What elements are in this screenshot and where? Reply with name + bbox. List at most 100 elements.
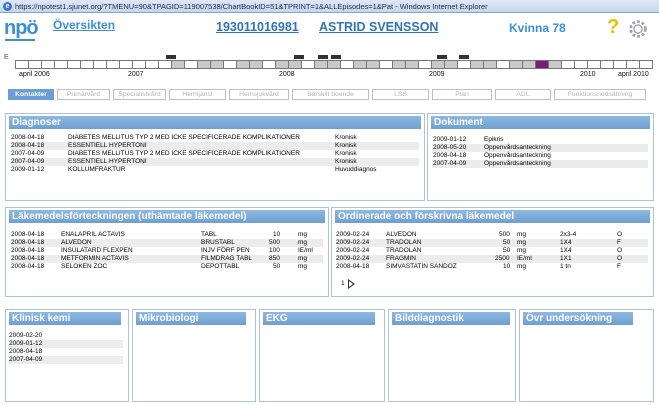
timeline-month-cell[interactable] <box>145 60 158 69</box>
timeline-month-cell[interactable] <box>327 60 340 69</box>
timeline-month-cell[interactable] <box>28 60 41 69</box>
tab-funktionsnedsattning[interactable]: Funktionsnedsättning <box>554 89 646 100</box>
table-row[interactable]: 2008-04-18 ALVEDON BRUSTABL 500 mg <box>11 239 323 247</box>
timeline-marker[interactable] <box>318 55 328 59</box>
timeline-month-cell[interactable] <box>132 60 145 69</box>
tab-kontakter[interactable]: Kontakter <box>8 89 54 100</box>
timeline-month-cell[interactable] <box>80 60 93 69</box>
timeline-month-cell[interactable] <box>561 60 574 69</box>
table-row[interactable]: 2008-04-18 SIMVASTATIN SANDOZ 10 mg 1 tn F <box>336 263 648 271</box>
list-item[interactable]: 2007-04-09 Oppenvårdsanteckning <box>433 160 648 168</box>
timeline-month-cell[interactable] <box>262 60 275 69</box>
tab-primarvard[interactable]: Primärvård <box>57 89 110 100</box>
timeline-month-cell[interactable] <box>223 60 236 69</box>
list-item[interactable]: 2007-04-09 <box>9 356 123 364</box>
timeline-month-cell[interactable] <box>106 60 119 69</box>
timeline-month-cell[interactable] <box>301 60 314 69</box>
timeline-track[interactable] <box>15 60 653 69</box>
timeline-month-cell[interactable] <box>548 60 561 69</box>
timeline-month-cell[interactable] <box>431 60 444 69</box>
timeline-month-cell[interactable] <box>210 60 223 69</box>
help-icon[interactable]: ? <box>607 16 619 39</box>
table-row[interactable]: 2007-04-09 DIABETES MELLITUS TYP 2 MED IC… <box>11 150 419 158</box>
panel-title: EKG <box>263 312 375 325</box>
timeline-month-cell[interactable] <box>613 60 626 69</box>
table-row[interactable]: 2009-02-24 ALVEDON 500 mg 2x3-4 O <box>336 231 648 239</box>
timeline-month-cell[interactable] <box>522 60 535 69</box>
table-row[interactable]: 2007-04-09 ESSENTIELL HYPERTONI Kronisk <box>11 158 419 166</box>
ordinerade-panel: Ordinerade och förskrivna läkemedel 2009… <box>331 207 654 297</box>
table-row[interactable]: 2009-02-24 TRADOLAN 50 mg 1X4 F <box>336 239 648 247</box>
timeline-month-cell[interactable] <box>54 60 67 69</box>
tab-specialistvard[interactable]: Specialistvård <box>113 89 166 100</box>
timeline-month-cell[interactable] <box>275 60 288 69</box>
timeline-expand[interactable]: E <box>4 54 9 61</box>
tab-plan[interactable]: Plan <box>432 89 492 100</box>
list-item[interactable]: 2009-01-12 Epikris <box>433 136 648 144</box>
timeline-month-cell[interactable] <box>171 60 184 69</box>
patient-name-link[interactable]: ASTRID SVENSSON <box>319 20 438 34</box>
panel-title: Läkemedelsförteckningen (uthämtade läkem… <box>9 210 325 223</box>
tab-adl[interactable]: ADL <box>495 89 551 100</box>
list-item[interactable]: 2008-05-20 Oppenvårdsanteckning <box>433 144 648 152</box>
timeline-month-cell[interactable] <box>366 60 379 69</box>
timeline-marker[interactable] <box>294 55 304 59</box>
timeline-month-cell[interactable] <box>535 60 548 69</box>
list-item[interactable]: 2008-04-18 Oppenvårdsanteckning <box>433 152 648 160</box>
overview-link[interactable]: Översikten <box>53 18 115 32</box>
table-row[interactable]: 2008-04-18 ENALAPRIL ACTAVIS TABL 10 mg <box>11 231 323 239</box>
timeline-month-cell[interactable] <box>626 60 639 69</box>
timeline-month-cell[interactable] <box>496 60 509 69</box>
timeline-month-cell[interactable] <box>483 60 496 69</box>
timeline-month-cell[interactable] <box>119 60 132 69</box>
table-row[interactable]: 2009-01-12 KOLLUMFRAKTUR Huvuddiagnos <box>11 166 419 174</box>
timeline-marker[interactable] <box>437 55 447 59</box>
timeline-month-cell[interactable] <box>236 60 249 69</box>
category-tabs: Kontakter Primärvård Specialistvård Hemt… <box>8 89 654 100</box>
timeline-month-cell[interactable] <box>457 60 470 69</box>
timeline-month-cell[interactable] <box>184 60 197 69</box>
list-item[interactable]: 2009-02-20 <box>9 332 123 340</box>
timeline-marker[interactable] <box>166 55 176 59</box>
tab-hemtjanst[interactable]: Hemtjänst <box>169 89 226 100</box>
timeline-year: 2010 <box>580 71 596 78</box>
timeline-month-cell[interactable] <box>93 60 106 69</box>
list-item[interactable]: 2009-01-12 <box>9 340 123 348</box>
timeline-month-cell[interactable] <box>418 60 431 69</box>
timeline-month-cell[interactable] <box>67 60 80 69</box>
tab-sarskilt-boende[interactable]: Särskilt boende <box>292 89 369 100</box>
timeline-marker[interactable] <box>459 55 469 59</box>
table-row[interactable]: 2008-04-18 METFORMIN ACTAVIS FILMDRAG TABL… <box>11 255 323 263</box>
timeline-month-cell[interactable] <box>470 60 483 69</box>
timeline-month-cell[interactable] <box>639 60 653 69</box>
timeline-month-cell[interactable] <box>353 60 366 69</box>
timeline-month-cell[interactable] <box>314 60 327 69</box>
gear-icon[interactable] <box>627 18 649 40</box>
timeline-month-cell[interactable] <box>158 60 171 69</box>
timeline-month-cell[interactable] <box>288 60 301 69</box>
table-row[interactable]: 2009-02-24 TRADOLAN 50 mg 1X4 O <box>336 247 648 255</box>
table-row[interactable]: 2009-02-24 FRAGMIN 2500 IE/ml 1X1 O <box>336 255 648 263</box>
list-item[interactable]: 2008-04-18 <box>9 348 123 356</box>
timeline-month-cell[interactable] <box>574 60 587 69</box>
patient-id-link[interactable]: 193011016981 <box>216 20 299 34</box>
timeline-month-cell[interactable] <box>392 60 405 69</box>
timeline-month-cell[interactable] <box>340 60 353 69</box>
table-row[interactable]: 2008-04-18 ESSENTIELL HYPERTONI Kronisk <box>11 142 419 150</box>
table-row[interactable]: 2008-04-18 SELOKEN ZOC DEPOTTABL 50 mg <box>11 263 323 271</box>
timeline-month-cell[interactable] <box>249 60 262 69</box>
timeline-month-cell[interactable] <box>509 60 522 69</box>
timeline-month-cell[interactable] <box>41 60 54 69</box>
timeline-month-cell[interactable] <box>15 60 28 69</box>
timeline-month-cell[interactable] <box>379 60 392 69</box>
timeline-month-cell[interactable] <box>444 60 457 69</box>
table-row[interactable]: 2008-04-18 DIABETES MELLITUS TYP 2 MED IC… <box>11 134 419 142</box>
table-row[interactable]: 2008-04-18 INSULATARD FLEXPEN INJV FÖRF PE… <box>11 247 323 255</box>
tab-lss[interactable]: LSS <box>372 89 429 100</box>
timeline-month-cell[interactable] <box>197 60 210 69</box>
tab-hemsjukvard[interactable]: Hemsjukvård <box>229 89 289 100</box>
timeline-month-cell[interactable] <box>587 60 600 69</box>
timeline-marker[interactable] <box>331 55 341 59</box>
timeline-month-cell[interactable] <box>600 60 613 69</box>
timeline-month-cell[interactable] <box>405 60 418 69</box>
